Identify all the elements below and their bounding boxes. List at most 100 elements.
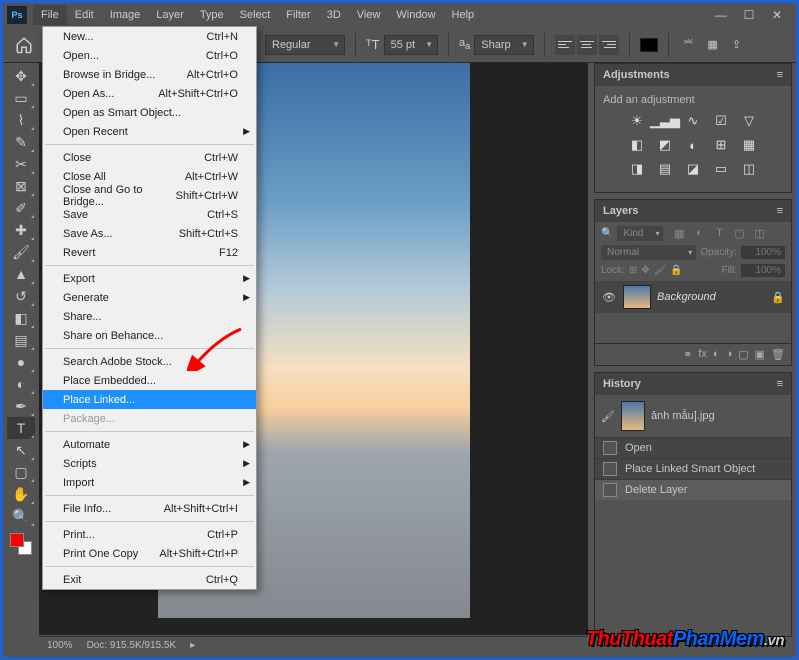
panel-menu-icon[interactable]: ≡ [777, 205, 783, 217]
fill-field[interactable]: 100% [741, 264, 785, 277]
layer-row[interactable]: 👁 Background 🔒 [595, 281, 791, 313]
layer-thumbnail[interactable] [623, 285, 651, 309]
close-button[interactable]: ✕ [770, 8, 784, 22]
menu-item-search-adobe-stock[interactable]: Search Adobe Stock... [43, 352, 256, 371]
lasso-tool[interactable]: ⌇ [7, 109, 35, 131]
align-center-button[interactable] [577, 35, 597, 55]
menu-item-exit[interactable]: ExitCtrl+Q [43, 570, 256, 589]
dodge-tool[interactable]: ◐ [7, 373, 35, 395]
levels-icon[interactable]: ▁▃▅ [654, 112, 676, 130]
eyedropper-tool[interactable]: ✐ [7, 197, 35, 219]
move-tool[interactable]: ✥ [7, 65, 35, 87]
menu-file[interactable]: File [33, 5, 67, 25]
threshold-icon[interactable]: ◪ [682, 160, 704, 178]
blur-tool[interactable]: ● [7, 351, 35, 373]
opacity-field[interactable]: 100% [741, 246, 785, 259]
align-right-button[interactable] [599, 35, 619, 55]
text-color-swatch[interactable] [640, 38, 658, 52]
maximize-button[interactable]: ☐ [742, 8, 756, 22]
menu-help[interactable]: Help [444, 5, 483, 25]
rectangle-tool[interactable]: ▢ [7, 461, 35, 483]
zoom-tool[interactable]: 🔍 [7, 505, 35, 527]
group-icon[interactable]: ▢ [738, 348, 748, 361]
lock-pixels-icon[interactable]: 🖌 [654, 265, 667, 276]
history-brush-tool[interactable]: ↺ [7, 285, 35, 307]
menu-item-close[interactable]: CloseCtrl+W [43, 148, 256, 167]
filter-pixel-icon[interactable]: ▦ [671, 227, 687, 240]
filter-shape-icon[interactable]: ▢ [731, 227, 747, 240]
menu-view[interactable]: View [349, 5, 389, 25]
minimize-button[interactable]: — [714, 8, 728, 22]
filter-smart-icon[interactable]: ◫ [751, 227, 767, 240]
menu-item-browse-in-bridge[interactable]: Browse in Bridge...Alt+Ctrl+O [43, 65, 256, 84]
fx-icon[interactable]: fx [698, 348, 707, 361]
bw-icon[interactable]: ◩ [654, 136, 676, 154]
delete-layer-icon[interactable]: 🗑 [771, 348, 785, 361]
menu-item-revert[interactable]: RevertF12 [43, 243, 256, 262]
color-picker[interactable] [10, 533, 32, 555]
gradient-map-icon[interactable]: ▭ [710, 160, 732, 178]
menu-item-scripts[interactable]: Scripts▶ [43, 454, 256, 473]
stamp-tool[interactable]: ▲ [7, 263, 35, 285]
menu-select[interactable]: Select [232, 5, 279, 25]
menu-item-import[interactable]: Import▶ [43, 473, 256, 492]
history-brush-source-icon[interactable]: 🖌 [601, 410, 615, 423]
vibrance-icon[interactable]: ▽ [738, 112, 760, 130]
path-tool[interactable]: ↖ [7, 439, 35, 461]
menu-layer[interactable]: Layer [148, 5, 192, 25]
lock-position-icon[interactable]: ✥ [641, 265, 649, 276]
menu-item-open-as-smart-object[interactable]: Open as Smart Object... [43, 103, 256, 122]
menu-item-save[interactable]: SaveCtrl+S [43, 205, 256, 224]
brush-tool[interactable]: 🖌 [7, 241, 35, 263]
filter-adjust-icon[interactable]: ◐ [691, 227, 707, 240]
exposure-icon[interactable]: ☑ [710, 112, 732, 130]
healing-tool[interactable]: ✚ [7, 219, 35, 241]
menu-item-save-as[interactable]: Save As...Shift+Ctrl+S [43, 224, 256, 243]
menu-item-close-and-go-to-bridge[interactable]: Close and Go to Bridge...Shift+Ctrl+W [43, 186, 256, 205]
invert-icon[interactable]: ◨ [626, 160, 648, 178]
new-layer-icon[interactable]: ▣ [755, 348, 765, 361]
blend-mode-dropdown[interactable]: Normal▾ [601, 245, 696, 260]
menu-item-export[interactable]: Export▶ [43, 269, 256, 288]
menu-item-open-recent[interactable]: Open Recent▶ [43, 122, 256, 141]
selective-color-icon[interactable]: ◫ [738, 160, 760, 178]
lock-icon[interactable]: 🔒 [670, 265, 682, 276]
search-icon[interactable]: 🔍 [601, 228, 613, 239]
posterize-icon[interactable]: ▤ [654, 160, 676, 178]
warp-text-button[interactable]: ⎃ [679, 38, 699, 51]
gradient-tool[interactable]: ▤ [7, 329, 35, 351]
menu-item-print-one-copy[interactable]: Print One CopyAlt+Shift+Ctrl+P [43, 544, 256, 563]
eraser-tool[interactable]: ◧ [7, 307, 35, 329]
menu-item-place-linked[interactable]: Place Linked... [43, 390, 256, 409]
adjustment-layer-icon[interactable]: ◑ [726, 348, 733, 361]
history-item[interactable]: Open [595, 437, 791, 458]
pen-tool[interactable]: ✒ [7, 395, 35, 417]
align-left-button[interactable] [555, 35, 575, 55]
panel-menu-icon[interactable]: ≡ [777, 378, 783, 390]
menu-item-open-as[interactable]: Open As...Alt+Shift+Ctrl+O [43, 84, 256, 103]
menu-item-place-embedded[interactable]: Place Embedded... [43, 371, 256, 390]
hue-icon[interactable]: ◧ [626, 136, 648, 154]
filter-type-icon[interactable]: T [711, 227, 727, 240]
menu-item-share[interactable]: Share... [43, 307, 256, 326]
crop-tool[interactable]: ✂ [7, 153, 35, 175]
visibility-toggle[interactable]: 👁 [601, 291, 617, 304]
menu-item-share-on-behance[interactable]: Share on Behance... [43, 326, 256, 345]
photo-filter-icon[interactable]: ◐ [682, 136, 704, 154]
brightness-icon[interactable]: ☀ [626, 112, 648, 130]
font-weight-dropdown[interactable]: Regular▼ [265, 35, 345, 55]
marquee-tool[interactable]: ▭ [7, 87, 35, 109]
curves-icon[interactable]: ∿ [682, 112, 704, 130]
zoom-level[interactable]: 100% [47, 640, 73, 651]
menu-type[interactable]: Type [192, 5, 232, 25]
menu-item-generate[interactable]: Generate▶ [43, 288, 256, 307]
frame-tool[interactable]: ⊠ [7, 175, 35, 197]
share-button[interactable]: ⇪ [727, 38, 747, 51]
home-icon[interactable] [11, 32, 37, 58]
menu-edit[interactable]: Edit [67, 5, 102, 25]
menu-item-open[interactable]: Open...Ctrl+O [43, 46, 256, 65]
history-snapshot-thumb[interactable] [621, 401, 645, 431]
menu-item-print[interactable]: Print...Ctrl+P [43, 525, 256, 544]
quick-select-tool[interactable]: ✎ [7, 131, 35, 153]
menu-item-file-info[interactable]: File Info...Alt+Shift+Ctrl+I [43, 499, 256, 518]
